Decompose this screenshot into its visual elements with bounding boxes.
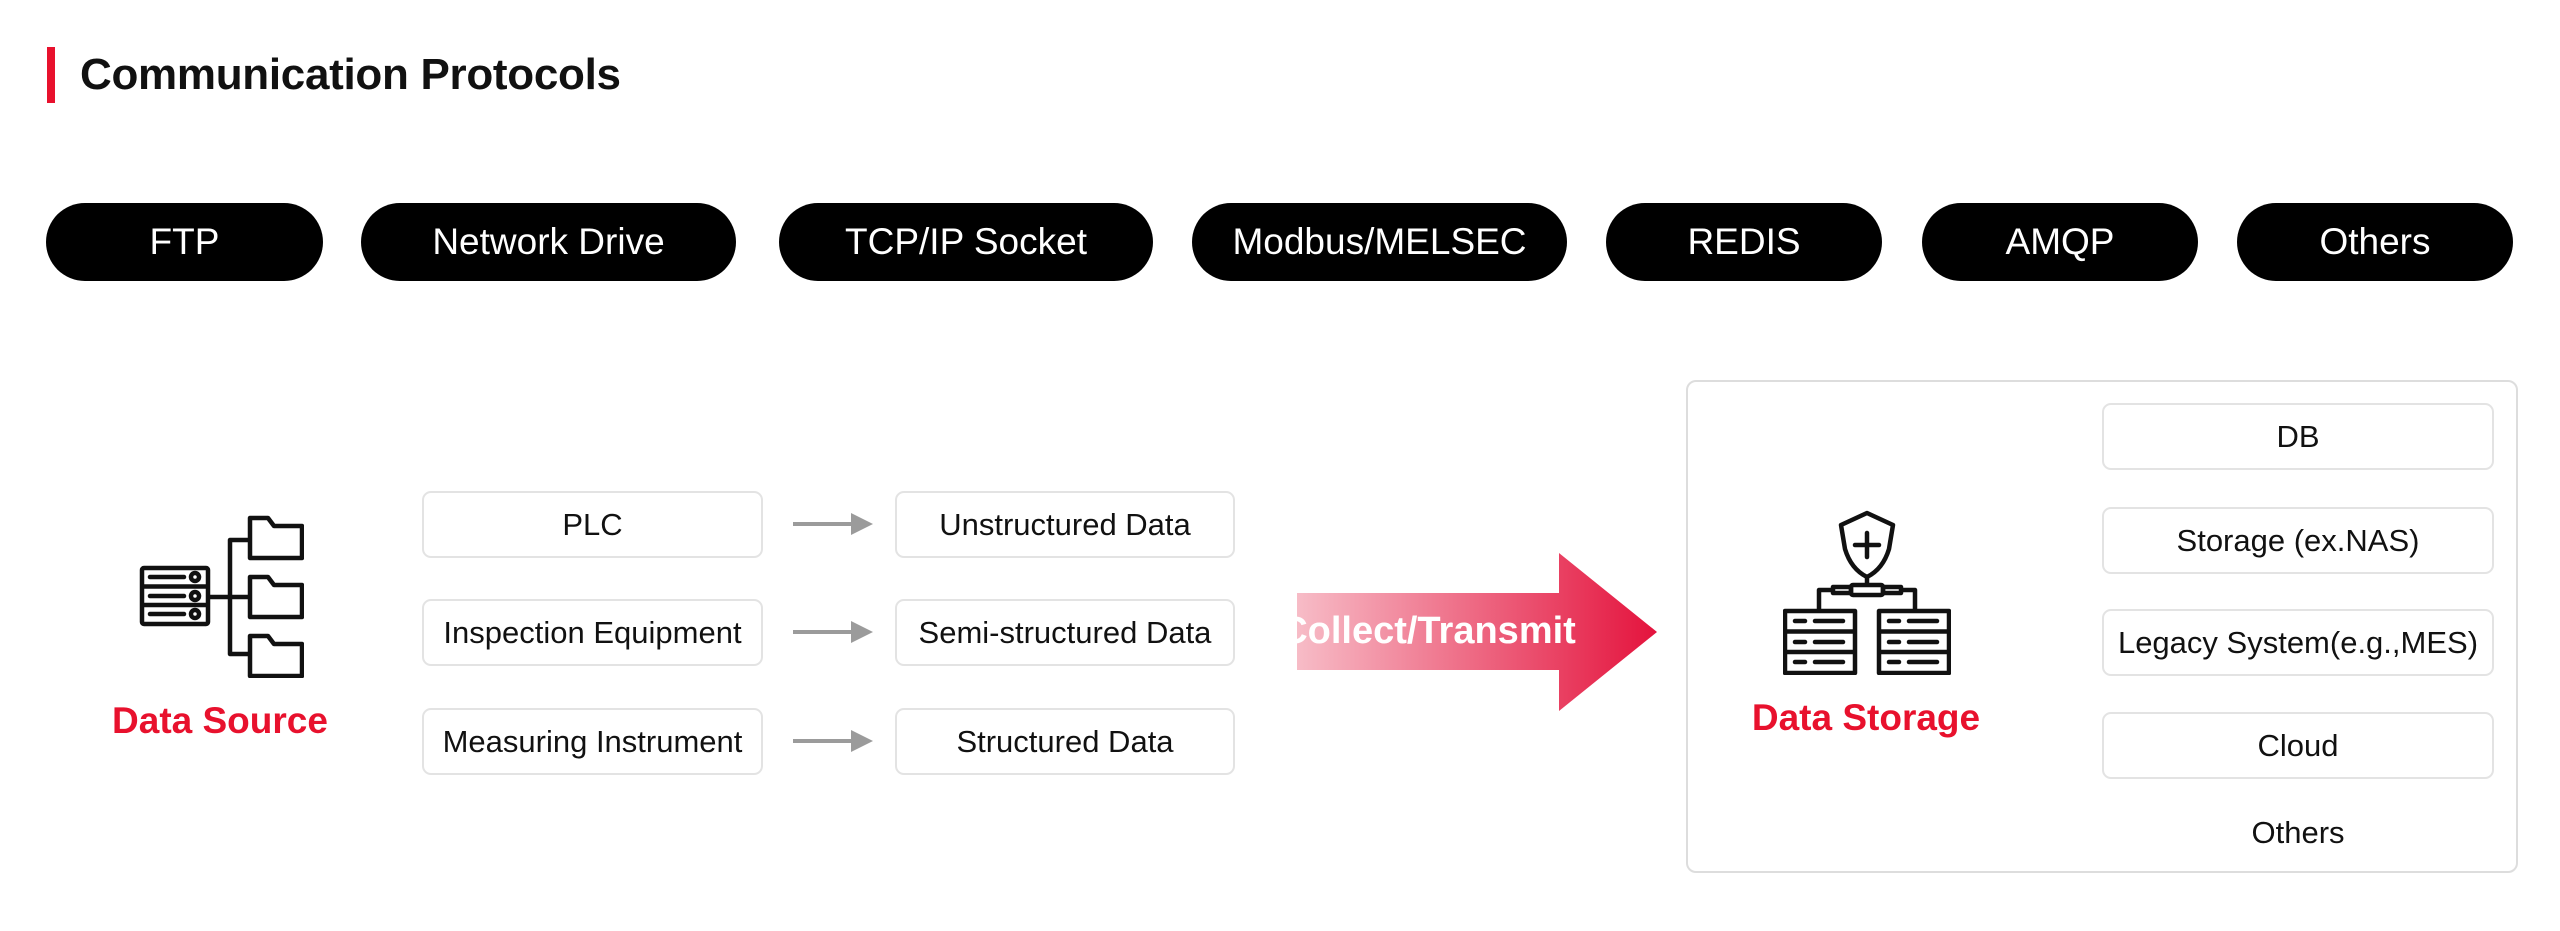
- secure-database-icon: [1783, 510, 1951, 675]
- protocol-pill-network-drive[interactable]: Network Drive: [361, 203, 736, 281]
- storage-target-others: Others: [2251, 815, 2345, 850]
- protocol-pill-amqp[interactable]: AMQP: [1922, 203, 2198, 281]
- title-accent-bar: [47, 47, 55, 103]
- data-type-box-unstructured: Unstructured Data: [895, 491, 1235, 558]
- protocol-pill-others[interactable]: Others: [2237, 203, 2513, 281]
- protocol-pill-ftp[interactable]: FTP: [46, 203, 323, 281]
- storage-target-db: DB: [2102, 403, 2494, 470]
- source-box-measuring-instrument: Measuring Instrument: [422, 708, 763, 775]
- server-folder-tree-icon: [139, 515, 304, 678]
- data-type-box-structured: Structured Data: [895, 708, 1235, 775]
- protocol-pill-modbus-melsec[interactable]: Modbus/MELSEC: [1192, 203, 1567, 281]
- arrow-right-icon: [793, 621, 873, 643]
- source-box-plc: PLC: [422, 491, 763, 558]
- storage-target-nas: Storage (ex.NAS): [2102, 507, 2494, 574]
- data-type-box-semi-structured: Semi-structured Data: [895, 599, 1235, 666]
- data-source-label: Data Source: [112, 700, 328, 741]
- data-storage-label: Data Storage: [1751, 697, 1981, 738]
- protocol-pill-redis[interactable]: REDIS: [1606, 203, 1882, 281]
- arrow-right-icon: [793, 730, 873, 752]
- source-box-inspection-equipment: Inspection Equipment: [422, 599, 763, 666]
- protocol-pill-tcp-ip-socket[interactable]: TCP/IP Socket: [779, 203, 1153, 281]
- storage-target-cloud: Cloud: [2102, 712, 2494, 779]
- page-title: Communication Protocols: [80, 50, 621, 99]
- storage-target-legacy-system: Legacy System(e.g.,MES): [2102, 609, 2494, 676]
- arrow-right-icon: [793, 513, 873, 535]
- collect-transmit-label: Collect/Transmit: [1280, 610, 1576, 652]
